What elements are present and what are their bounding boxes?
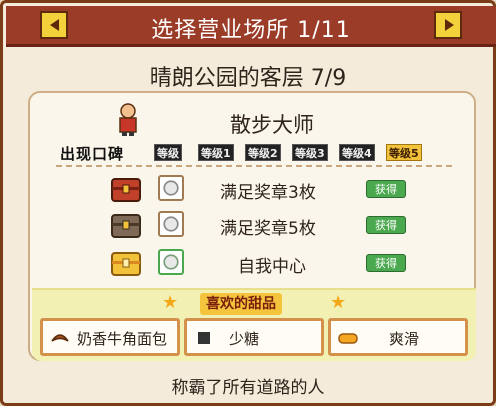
favorite-slot[interactable]: 奶香牛角面包 (40, 318, 180, 356)
requirement-row: 自我中心 获得 (30, 247, 478, 281)
next-arrow-button[interactable] (434, 11, 462, 39)
location-title: 晴朗公园的客层 7/9 (149, 66, 347, 91)
gold-chest-icon (111, 252, 141, 276)
favorite-text: 少糖 (229, 330, 260, 348)
customer-panel: 散步大师 出现口碑 等级 等级1 等级2 等级3 等级4 等级5 满足奖章3枚 … (28, 91, 476, 361)
favorite-slot[interactable]: 少糖 (184, 318, 324, 356)
requirement-text: 自我中心 (238, 257, 306, 277)
dialog-frame: 选择营业场所 1/11 晴朗公园的客层 7/9 散步大师 出现口碑 等级 等级1… (0, 0, 496, 406)
red-chest-icon (111, 178, 141, 202)
title-bar: 选择营业场所 1/11 (6, 6, 496, 47)
requirement-row: 满足奖章5枚 获得 (30, 209, 478, 243)
medal-icon (158, 175, 184, 201)
favorite-sweets-label: 喜欢的甜品 (200, 293, 282, 315)
level-badge: 等级4 (339, 144, 375, 161)
appear-label: 出现口碑 (60, 145, 125, 163)
favorite-text: 爽滑 (389, 330, 420, 348)
favorite-sweets-section: ★ 喜欢的甜品 ★ 奶香牛角面包 少糖 爽滑 (32, 288, 476, 361)
medal-icon (158, 211, 184, 237)
customer-avatar-icon (119, 103, 137, 136)
requirement-row: 满足奖章3枚 获得 (30, 173, 478, 207)
requirement-text: 满足奖章5枚 (220, 219, 316, 239)
sugar-cube-icon (198, 332, 210, 344)
croissant-icon (51, 334, 69, 342)
level-badge: 等级1 (198, 144, 234, 161)
requirement-text: 满足奖章3枚 (220, 183, 316, 203)
divider (56, 165, 452, 167)
customer-rank-name: 散步大师 (230, 113, 314, 137)
level-badge: 等级 (154, 144, 182, 161)
dark-chest-icon (111, 214, 141, 238)
favorite-slot[interactable]: 爽滑 (328, 318, 468, 356)
obtained-badge: 获得 (366, 254, 406, 272)
obtained-badge: 获得 (366, 180, 406, 198)
smooth-icon (338, 333, 358, 344)
dialog-title: 选择营业场所 1/11 (151, 18, 351, 43)
level-badge: 等级2 (245, 144, 281, 161)
gear-icon (158, 249, 184, 275)
star-icon: ★ (162, 292, 179, 313)
favorite-text: 奶香牛角面包 (77, 330, 168, 348)
customer-caption: 称霸了所有道路的人 (171, 378, 325, 398)
star-icon: ★ (330, 292, 347, 313)
level-badge: 等级3 (292, 144, 328, 161)
obtained-badge: 获得 (366, 216, 406, 234)
level-badge-active: 等级5 (386, 144, 422, 161)
